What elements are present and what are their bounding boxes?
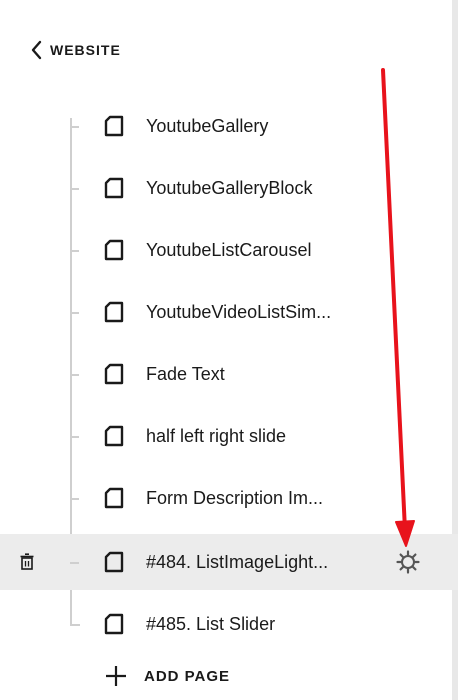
page-item[interactable]: YoutubeListCarousel <box>0 222 458 278</box>
plus-icon <box>106 666 126 686</box>
tree-tick <box>70 126 79 128</box>
page-label: YoutubeGallery <box>146 116 269 136</box>
tree-tick <box>70 188 79 190</box>
tree-tick <box>70 250 79 252</box>
back-label: WEBSITE <box>50 42 121 58</box>
page-label: half left right slide <box>146 426 287 446</box>
add-page-label: ADD PAGE <box>144 667 231 685</box>
page-item[interactable]: #485. List Slider <box>0 596 458 652</box>
page-icon <box>104 487 124 509</box>
page-icon <box>104 115 124 137</box>
gear-icon[interactable] <box>396 550 420 574</box>
page-item[interactable]: Fade Text <box>0 346 458 402</box>
chevron-left-icon <box>31 40 42 60</box>
page-item[interactable]: half left right slide <box>0 408 458 464</box>
page-icon <box>104 613 124 635</box>
tree-tick <box>70 312 79 314</box>
page-icon <box>104 177 124 199</box>
page-label: Fade Text <box>146 364 225 384</box>
page-label: Form Description Im... <box>146 488 324 508</box>
tree-tick <box>70 374 79 376</box>
tree-tick <box>70 498 79 500</box>
page-item[interactable]: YoutubeGalleryBlock <box>0 160 458 216</box>
trash-icon[interactable] <box>20 553 34 571</box>
page-label: #485. List Slider <box>146 614 276 634</box>
page-icon <box>104 363 124 385</box>
tree-tick <box>70 436 79 438</box>
page-item-selected[interactable]: #484. ListImageLight... <box>0 534 458 590</box>
page-item[interactable]: YoutubeGallery <box>0 98 458 154</box>
page-icon <box>104 239 124 261</box>
page-label: YoutubeVideoListSim... <box>146 302 332 322</box>
page-label: YoutubeGalleryBlock <box>146 178 313 198</box>
page-label: YoutubeListCarousel <box>146 240 312 260</box>
page-item[interactable]: Form Description Im... <box>0 470 458 526</box>
page-item[interactable]: YoutubeVideoListSim... <box>0 284 458 340</box>
page-icon <box>104 425 124 447</box>
tree-tick <box>70 562 79 564</box>
page-icon <box>104 551 124 573</box>
page-label: #484. ListImageLight... <box>146 552 329 572</box>
page-icon <box>104 301 124 323</box>
add-page-button[interactable]: ADD PAGE <box>104 664 230 688</box>
back-to-website-button[interactable]: WEBSITE <box>30 40 121 60</box>
